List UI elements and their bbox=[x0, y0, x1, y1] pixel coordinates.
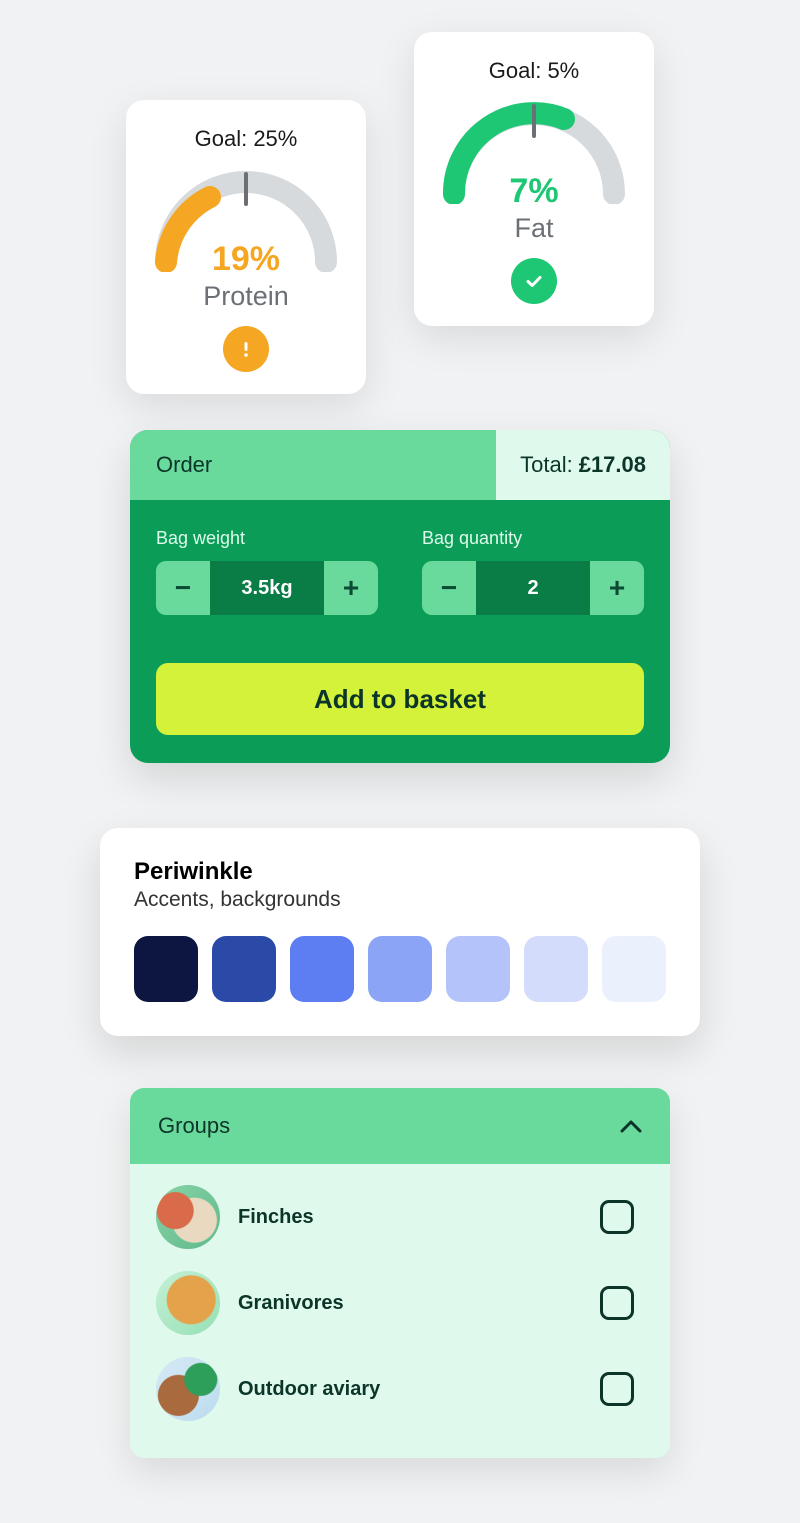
group-label: Finches bbox=[238, 1206, 600, 1229]
bag-weight-value: 3.5kg bbox=[210, 561, 324, 615]
list-item: Granivores bbox=[150, 1260, 650, 1346]
swatch-3[interactable] bbox=[368, 936, 432, 1002]
swatch-4[interactable] bbox=[446, 936, 510, 1002]
list-item: Outdoor aviary bbox=[150, 1346, 650, 1432]
gauge-arc bbox=[434, 94, 634, 204]
checkbox-outdoor-aviary[interactable] bbox=[600, 1372, 634, 1406]
palette-title: Periwinkle bbox=[134, 858, 666, 886]
warning-icon bbox=[223, 326, 269, 372]
bag-weight-minus-button[interactable]: − bbox=[156, 561, 210, 615]
bag-quantity-plus-button[interactable]: + bbox=[590, 561, 644, 615]
add-to-basket-button[interactable]: Add to basket bbox=[156, 663, 644, 735]
swatch-2[interactable] bbox=[290, 936, 354, 1002]
gauge-name: Fat bbox=[432, 213, 636, 244]
bag-quantity-stepper: Bag quantity − 2 + bbox=[422, 528, 644, 615]
bag-quantity-label: Bag quantity bbox=[422, 528, 644, 549]
group-label: Outdoor aviary bbox=[238, 1378, 600, 1401]
gauge-card-fat: Goal: 5% 7% Fat bbox=[414, 32, 654, 326]
order-total-label: Total: bbox=[520, 452, 573, 478]
groups-header[interactable]: Groups bbox=[130, 1088, 670, 1164]
order-total-value: £17.08 bbox=[579, 452, 646, 478]
bag-quantity-value: 2 bbox=[476, 561, 590, 615]
bag-weight-stepper: Bag weight − 3.5kg + bbox=[156, 528, 378, 615]
order-card: Order Total: £17.08 Bag weight − 3.5kg +… bbox=[130, 430, 670, 763]
bag-quantity-minus-button[interactable]: − bbox=[422, 561, 476, 615]
gauge-name: Protein bbox=[144, 281, 348, 312]
gauge-card-protein: Goal: 25% 19% Protein bbox=[126, 100, 366, 394]
groups-card: Groups Finches Granivores Outdoor aviary bbox=[130, 1088, 670, 1458]
groups-title: Groups bbox=[158, 1113, 230, 1139]
checkbox-finches[interactable] bbox=[600, 1200, 634, 1234]
gauge-goal-label: Goal: 25% bbox=[144, 126, 348, 152]
gauge-needle bbox=[244, 172, 248, 206]
bag-weight-label: Bag weight bbox=[156, 528, 378, 549]
palette-card: Periwinkle Accents, backgrounds bbox=[100, 828, 700, 1036]
avatar-outdoor-aviary bbox=[156, 1357, 220, 1421]
checkbox-granivores[interactable] bbox=[600, 1286, 634, 1320]
gauge-goal-label: Goal: 5% bbox=[432, 58, 636, 84]
palette-subtitle: Accents, backgrounds bbox=[134, 888, 666, 912]
checkmark-icon bbox=[511, 258, 557, 304]
group-label: Granivores bbox=[238, 1292, 600, 1315]
order-title: Order bbox=[130, 430, 496, 500]
order-header: Order Total: £17.08 bbox=[130, 430, 670, 500]
swatch-1[interactable] bbox=[212, 936, 276, 1002]
order-total: Total: £17.08 bbox=[496, 430, 670, 500]
gauge-needle bbox=[532, 104, 536, 138]
gauge-arc bbox=[146, 162, 346, 272]
avatar-finches bbox=[156, 1185, 220, 1249]
bag-weight-plus-button[interactable]: + bbox=[324, 561, 378, 615]
chevron-up-icon bbox=[620, 1113, 642, 1139]
list-item: Finches bbox=[150, 1174, 650, 1260]
swatch-0[interactable] bbox=[134, 936, 198, 1002]
avatar-granivores bbox=[156, 1271, 220, 1335]
palette-swatches bbox=[134, 936, 666, 1002]
swatch-5[interactable] bbox=[524, 936, 588, 1002]
swatch-6[interactable] bbox=[602, 936, 666, 1002]
